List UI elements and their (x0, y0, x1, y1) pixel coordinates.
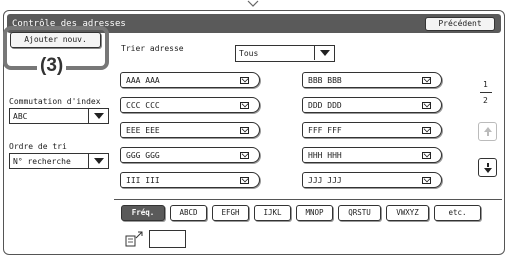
sort-order-select[interactable]: N° recherche (9, 153, 109, 169)
divider (114, 199, 502, 200)
address-name: EEE EEE (126, 126, 160, 135)
address-name: GGG GGG (126, 151, 160, 160)
add-new-button[interactable]: Ajouter nouv. (10, 32, 101, 48)
envelope-icon (422, 177, 431, 184)
envelope-icon (422, 77, 431, 84)
sort-address-label: Trier adresse (121, 44, 184, 53)
previous-button[interactable]: Précédent (425, 17, 495, 31)
up-arrow-icon (487, 132, 489, 136)
address-entry[interactable]: DDD DDD (302, 97, 442, 113)
address-name: JJJ JJJ (308, 176, 342, 185)
down-arrow-icon (487, 163, 489, 167)
scroll-up-button[interactable] (478, 122, 497, 141)
envelope-icon (422, 127, 431, 134)
address-entry[interactable]: BBB BBB (302, 72, 442, 88)
address-entry[interactable]: JJJ JJJ (302, 172, 442, 188)
address-entry[interactable]: GGG GGG (120, 147, 260, 163)
tab-ijkl[interactable]: IJKL (254, 205, 291, 221)
address-name: CCC CCC (126, 101, 160, 110)
tab-abcd[interactable]: ABCD (170, 205, 207, 221)
tab-qrstu[interactable]: QRSTU (338, 205, 381, 221)
address-entry[interactable]: EEE EEE (120, 122, 260, 138)
commutation-value: ABC (13, 112, 28, 121)
address-entry[interactable]: AAA AAA (120, 72, 260, 88)
sort-order-value: N° recherche (13, 157, 71, 166)
sort-order-label: Ordre de tri (9, 142, 67, 151)
address-name: BBB BBB (308, 76, 342, 85)
tab-frequent[interactable]: Fréq. (121, 205, 165, 221)
tab-mnop[interactable]: MNOP (296, 205, 333, 221)
envelope-icon (422, 102, 431, 109)
search-number-input[interactable] (149, 230, 186, 248)
scroll-down-button[interactable] (478, 158, 497, 177)
address-name: III III (126, 176, 160, 185)
chevron-down-icon[interactable] (314, 46, 334, 60)
address-name: FFF FFF (308, 126, 342, 135)
current-page: 1 (483, 80, 488, 89)
step-callout: (3) (37, 55, 67, 77)
address-name: HHH HHH (308, 151, 342, 160)
chevron-down-icon[interactable] (88, 154, 108, 168)
envelope-icon (240, 177, 249, 184)
address-entry[interactable]: III III (120, 172, 260, 188)
address-entry[interactable]: FFF FFF (302, 122, 442, 138)
tab-efgh[interactable]: EFGH (212, 205, 249, 221)
address-entry[interactable]: CCC CCC (120, 97, 260, 113)
sort-address-value: Tous (239, 49, 259, 58)
page-divider (480, 92, 492, 93)
down-pointer-icon (247, 0, 259, 7)
sort-address-select[interactable]: Tous (235, 45, 335, 62)
keyboard-icon[interactable] (124, 230, 144, 248)
tab-etc[interactable]: etc. (434, 205, 481, 221)
tab-vwxyz[interactable]: VWXYZ (386, 205, 429, 221)
address-name: DDD DDD (308, 101, 342, 110)
envelope-icon (240, 77, 249, 84)
envelope-icon (240, 127, 249, 134)
envelope-icon (240, 152, 249, 159)
commutation-select[interactable]: ABC (9, 108, 109, 124)
commutation-label: Commutation d'index (9, 97, 101, 106)
address-name: AAA AAA (126, 76, 160, 85)
chevron-down-icon[interactable] (88, 109, 108, 123)
total-pages: 2 (483, 96, 488, 105)
envelope-icon (422, 152, 431, 159)
address-entry[interactable]: HHH HHH (302, 147, 442, 163)
envelope-icon (240, 102, 249, 109)
